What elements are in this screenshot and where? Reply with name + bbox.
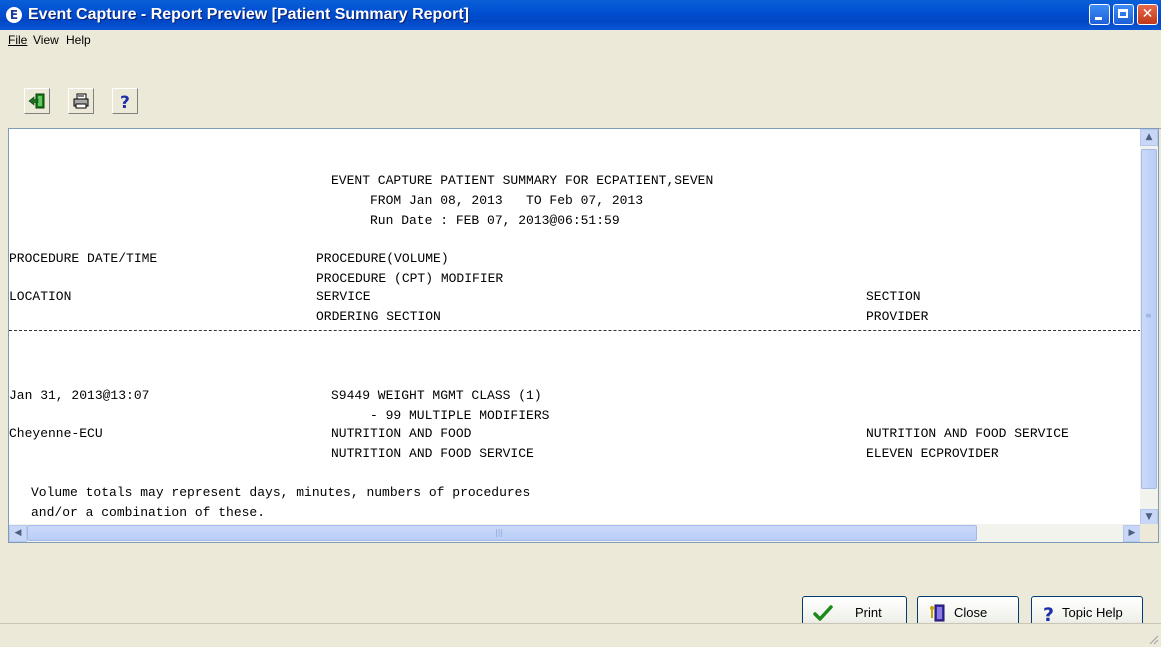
- row-procedure: S9449 WEIGHT MGMT CLASS (1): [331, 388, 542, 403]
- status-bar: [0, 623, 1161, 647]
- horizontal-grip-icon: |||: [495, 528, 504, 537]
- toolbar-print-button[interactable]: [68, 88, 94, 114]
- report-run-date: Run Date : FEB 07, 2013@06:51:59: [370, 213, 620, 228]
- col-header-procedure-cpt: PROCEDURE (CPT) MODIFIER: [316, 271, 504, 286]
- checkmark-icon: [813, 605, 833, 621]
- row-modifier: - 99 MULTIPLE MODIFIERS: [370, 408, 550, 423]
- close-button-label: Close: [954, 605, 988, 620]
- scroll-left-button[interactable]: ◀: [9, 525, 27, 542]
- svg-text:?: ?: [120, 93, 130, 110]
- title-bar[interactable]: E Event Capture - Report Preview [Patien…: [0, 0, 1161, 30]
- menu-file[interactable]: File: [8, 33, 27, 47]
- row-service: NUTRITION AND FOOD: [331, 426, 472, 441]
- printer-icon: [73, 93, 89, 109]
- toolbar-help-button[interactable]: ?: [112, 88, 138, 114]
- maximize-button[interactable]: [1113, 4, 1134, 25]
- row-location: Cheyenne-ECU: [9, 426, 103, 441]
- menu-file-label: File: [8, 33, 28, 47]
- minimize-icon: [1095, 17, 1102, 20]
- maximize-icon: [1118, 9, 1128, 18]
- resize-grip-icon[interactable]: [1147, 633, 1159, 645]
- col-header-procedure-volume: PROCEDURE(VOLUME): [316, 251, 449, 266]
- report-content: EVENT CAPTURE PATIENT SUMMARY FOR ECPATI…: [9, 129, 1141, 526]
- menu-help-label: Help: [66, 33, 91, 47]
- scroll-right-button[interactable]: ▶: [1123, 525, 1141, 542]
- row-ordering-section: NUTRITION AND FOOD SERVICE: [331, 446, 534, 461]
- menu-view[interactable]: View: [33, 33, 59, 47]
- window-title: Event Capture - Report Preview [Patient …: [28, 6, 469, 23]
- col-header-procedure-date: PROCEDURE DATE/TIME: [9, 251, 158, 266]
- topic-help-button-label: Topic Help: [1062, 605, 1123, 620]
- help-icon: ?: [1043, 604, 1054, 623]
- close-icon: ✕: [1141, 6, 1154, 22]
- col-header-location: LOCATION: [9, 289, 72, 304]
- svg-text:?: ?: [1043, 604, 1054, 623]
- menu-view-label: View: [33, 33, 59, 47]
- minimize-button[interactable]: [1089, 4, 1110, 25]
- close-window-button[interactable]: ✕: [1137, 4, 1158, 25]
- app-icon: E: [6, 7, 22, 23]
- help-icon: ?: [120, 93, 130, 110]
- report-preview[interactable]: EVENT CAPTURE PATIENT SUMMARY FOR ECPATI…: [8, 128, 1159, 543]
- vertical-scrollbar[interactable]: ▲ ≡ ▼: [1140, 129, 1158, 526]
- col-header-provider: PROVIDER: [866, 309, 929, 324]
- report-date-range: FROM Jan 08, 2013 TO Feb 07, 2013: [370, 193, 644, 208]
- scroll-up-button[interactable]: ▲: [1140, 129, 1158, 146]
- row-procedure-date: Jan 31, 2013@13:07: [9, 388, 150, 403]
- col-header-ordering-section: ORDERING SECTION: [316, 309, 441, 324]
- row-section: NUTRITION AND FOOD SERVICE: [866, 426, 1069, 441]
- menu-bar: File View Help: [0, 30, 1161, 51]
- footnote-line-2: and/or a combination of these.: [31, 505, 266, 520]
- menu-help[interactable]: Help: [66, 33, 91, 47]
- print-button-label: Print: [855, 605, 882, 620]
- horizontal-scrollbar[interactable]: ◀ ||| ▶: [9, 524, 1141, 542]
- col-header-section: SECTION: [866, 289, 921, 304]
- door-exit-icon: [930, 604, 945, 622]
- footnote-line-1: Volume totals may represent days, minute…: [31, 485, 531, 500]
- scroll-corner: [1140, 524, 1158, 542]
- exit-icon: [28, 93, 45, 109]
- button-bar: Print Close ? Topic Help: [0, 543, 1161, 628]
- vertical-grip-icon: ≡: [1145, 311, 1152, 320]
- toolbar: ?: [0, 50, 1161, 129]
- toolbar-exit-button[interactable]: [24, 88, 50, 114]
- row-provider: ELEVEN ECPROVIDER: [866, 446, 999, 461]
- header-divider: [9, 330, 1141, 331]
- report-title: EVENT CAPTURE PATIENT SUMMARY FOR ECPATI…: [331, 173, 714, 188]
- col-header-service: SERVICE: [316, 289, 371, 304]
